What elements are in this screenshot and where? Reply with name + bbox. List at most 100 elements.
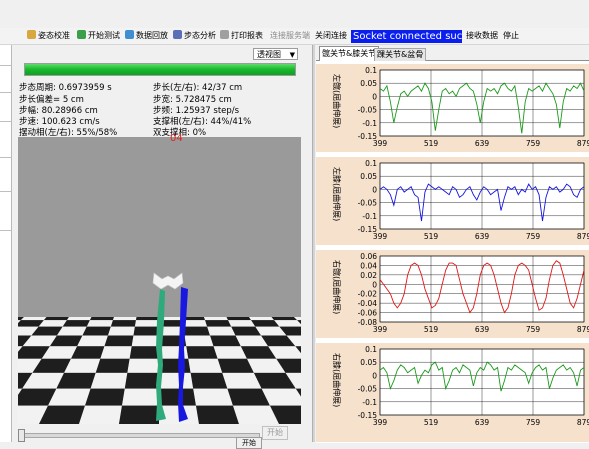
x-tick-label: 519 [424,418,439,427]
floor-tile [226,317,252,321]
toolbar-label: 连接服务端 [270,31,310,40]
sky [18,137,301,317]
pause-button[interactable]: 开始 [236,437,262,449]
y-tick-label: 0 [372,280,377,289]
y-tick-label: 0 [372,92,377,101]
floor-tile [66,317,92,321]
chart-svg: 0.10.050-0.05-0.1-0.15399 519 639 759 879左膝(… [332,159,589,241]
playback-slider[interactable] [18,433,260,438]
floor-tile [205,320,232,327]
y-tick-label: -0.05 [358,106,378,115]
chart-left-knee: 0.1 0.05 0 -0.05 -0.1 -0.15 399 519 639 759 879 左膝(… [316,157,589,245]
y-tick-label: 0.04 [360,261,377,270]
x-tick-label: 519 [424,325,439,334]
toolbar-button-print-report[interactable]: 打印报表 [220,30,263,42]
floor-tile [135,317,159,321]
3d-viewport[interactable] [18,137,301,424]
x-tick-label: 639 [475,139,490,148]
floor-tile [85,388,125,406]
toolbar: 姿态校准 开始测试 数据回放 步态分析 打印报表 连接服务端 关闭连接 接收数据… [0,28,589,45]
toolbar-button-connect-server[interactable]: 连接服务端 [270,30,310,42]
floor-tile [100,346,132,359]
y-tick-label: -0.05 [358,385,378,394]
divider [0,191,11,192]
floor-tile [82,326,111,336]
floor-tile [104,335,134,347]
divider [0,65,11,66]
floor-tile [184,335,214,347]
stat-gait-cycle: 步态周期: 0.6973959 s [19,83,112,93]
chart-svg: 0.10.050-0.05-0.1-0.15399 519 639 759 879右膝(… [332,345,589,427]
start-button[interactable]: 开始 [262,426,288,440]
view-select-value: 透视图 [257,50,281,59]
y-tick-label: 0.02 [360,271,377,280]
divider [0,157,11,158]
y-tick-label: 0.05 [360,358,377,367]
play-icon [77,30,86,39]
y-tick-label: 0.1 [365,159,377,168]
y-tick-label: -0.1 [362,398,377,407]
floor-tile [195,405,239,424]
floor-tile [124,372,159,389]
floor-tile [204,317,229,321]
toolbar-label: 关闭连接 [315,31,347,40]
toolbar-button-gait-analysis[interactable]: 步态分析 [173,30,216,42]
floor-tile [62,320,90,327]
x-tick-label: 639 [475,418,490,427]
y-tick-label: -0.04 [358,299,378,308]
toolbar-button-close-connection[interactable]: 关闭连接 [315,30,347,42]
toolbar-button-stop[interactable]: 停止 [503,30,519,42]
floor-tile [228,320,256,327]
floor-tile [112,317,137,321]
divider [0,230,11,231]
y-axis-label: 右膝(屈曲伸展) [332,353,342,407]
playback-icon [125,30,134,39]
x-tick-label: 639 [475,232,490,241]
x-tick-label: 879 [577,325,589,334]
x-tick-label: 759 [526,139,541,148]
x-tick-label: 759 [526,418,541,427]
tab-ankle-pelvis[interactable]: 踝关节&盆骨 [374,48,427,61]
toolbar-label: 停止 [503,31,519,40]
toolbar-button-start-test[interactable]: 开始测试 [77,30,120,42]
floor-tile [95,358,130,373]
x-tick-label: 759 [526,232,541,241]
y-tick-label: -0.05 [358,199,378,208]
socket-status-text: Socket connected succ [351,30,462,43]
y-tick-label: -0.1 [362,119,377,128]
floor-tile [159,358,191,373]
floor-tile [133,326,159,336]
toolbar-button-playback[interactable]: 数据回放 [125,30,168,42]
view-select[interactable]: 透视图 ▼ [253,48,298,60]
floor-tile [131,335,159,347]
floor-tile [193,388,233,406]
divider [0,121,11,122]
3d-scene [18,137,301,424]
progress-fill [25,64,295,75]
floor-tile [249,317,275,321]
floor-tile [43,317,69,321]
floor-tile [90,372,128,389]
y-axis-label: 左髋(屈曲伸展) [332,74,342,128]
floor-tile [107,326,135,336]
tab-hip-knee[interactable]: 髋关节&膝关节 [319,46,380,61]
chart-svg: 0.060.040.020-0.02-0.04-0.06-0.08399 519 6… [332,252,589,334]
toolbar-button-receive-data[interactable]: 接收数据 [466,30,498,42]
x-tick-label: 759 [526,325,541,334]
calibrate-icon [27,30,36,39]
splitter[interactable] [312,45,315,442]
x-tick-label: 399 [373,232,388,241]
toolbar-label: 打印报表 [231,31,263,40]
divider [0,92,11,93]
floor-tile [89,317,114,321]
x-tick-label: 879 [577,418,589,427]
toolbar-label: 姿态校准 [38,31,70,40]
floor-tile [207,326,236,336]
floor-tile [122,388,159,406]
toolbar-button-calibrate[interactable]: 姿态校准 [27,30,70,42]
frame-counter: 04 [170,133,183,144]
left-sidebar [0,45,12,442]
y-tick-label: -0.1 [362,212,377,221]
floor-tile [134,320,159,327]
playback-slider-thumb[interactable] [18,429,25,442]
